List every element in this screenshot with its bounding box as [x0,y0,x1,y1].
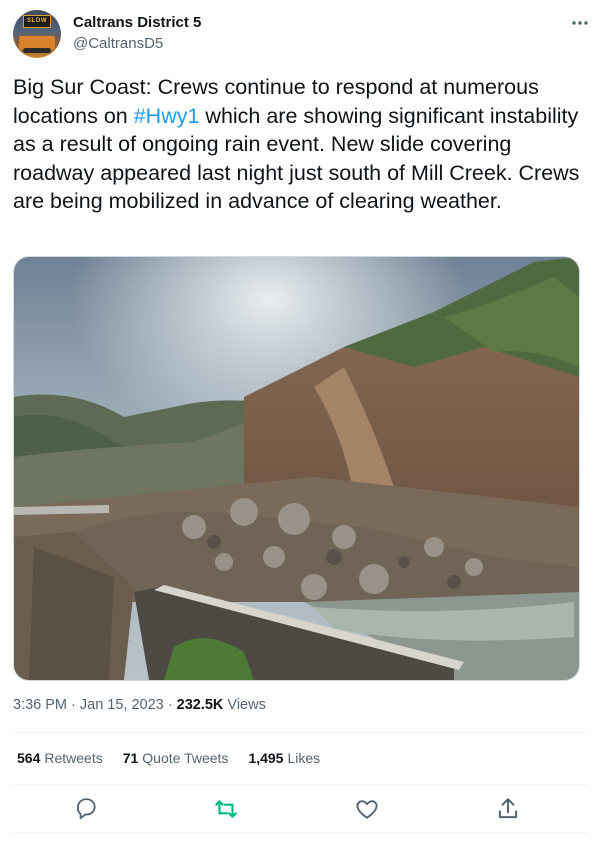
user-handle[interactable]: @CaltransD5 [73,35,163,52]
retweets-label: Retweets [44,750,103,766]
avatar[interactable]: SLOW [13,10,61,58]
heart-icon-svg [356,800,378,819]
views-label: Views [223,697,266,713]
action-bar [13,794,588,824]
tweet-header: SLOW Caltrans District 5 @CaltransD5 [13,10,597,62]
tweet-text: Big Sur Coast: Crews continue to respond… [13,73,588,216]
heart-icon[interactable] [354,796,380,822]
landslide-photo [14,257,579,680]
divider [13,784,588,785]
likes-stat[interactable]: 1,495 Likes [248,750,320,766]
share-icon-svg [498,798,518,819]
display-name[interactable]: Caltrans District 5 [73,14,201,31]
quote-count: 71 [122,750,139,766]
more-icon-svg [572,21,588,25]
retweets-stat[interactable]: 564 Retweets [17,750,103,766]
retweet-icon[interactable] [213,796,239,822]
likes-label: Likes [287,750,321,766]
tweet-timestamp[interactable]: 3:36 PM · Jan 15, 2023 · 232.5K Views [13,697,266,713]
likes-count: 1,495 [248,750,284,766]
reply-icon-svg [76,798,96,820]
more-icon[interactable] [569,12,591,34]
avatar-truck [19,36,55,53]
views-count: 232.5K [176,697,224,713]
divider [13,732,588,733]
reply-icon[interactable] [73,796,99,822]
retweets-count: 564 [17,750,41,766]
tweet-photo[interactable] [13,256,580,681]
retweet-icon-svg [215,800,237,818]
share-icon[interactable] [495,796,521,822]
quote-label: Quote Tweets [142,750,229,766]
divider [13,832,588,833]
quote-tweets-stat[interactable]: 71 Quote Tweets [123,750,229,766]
engagement-stats: 564 Retweets 71 Quote Tweets 1,495 Likes [17,750,320,766]
hashtag-link[interactable]: #Hwy1 [134,104,200,128]
avatar-sign: SLOW [23,15,51,28]
time-date[interactable]: 3:36 PM · Jan 15, 2023 · [13,697,177,713]
